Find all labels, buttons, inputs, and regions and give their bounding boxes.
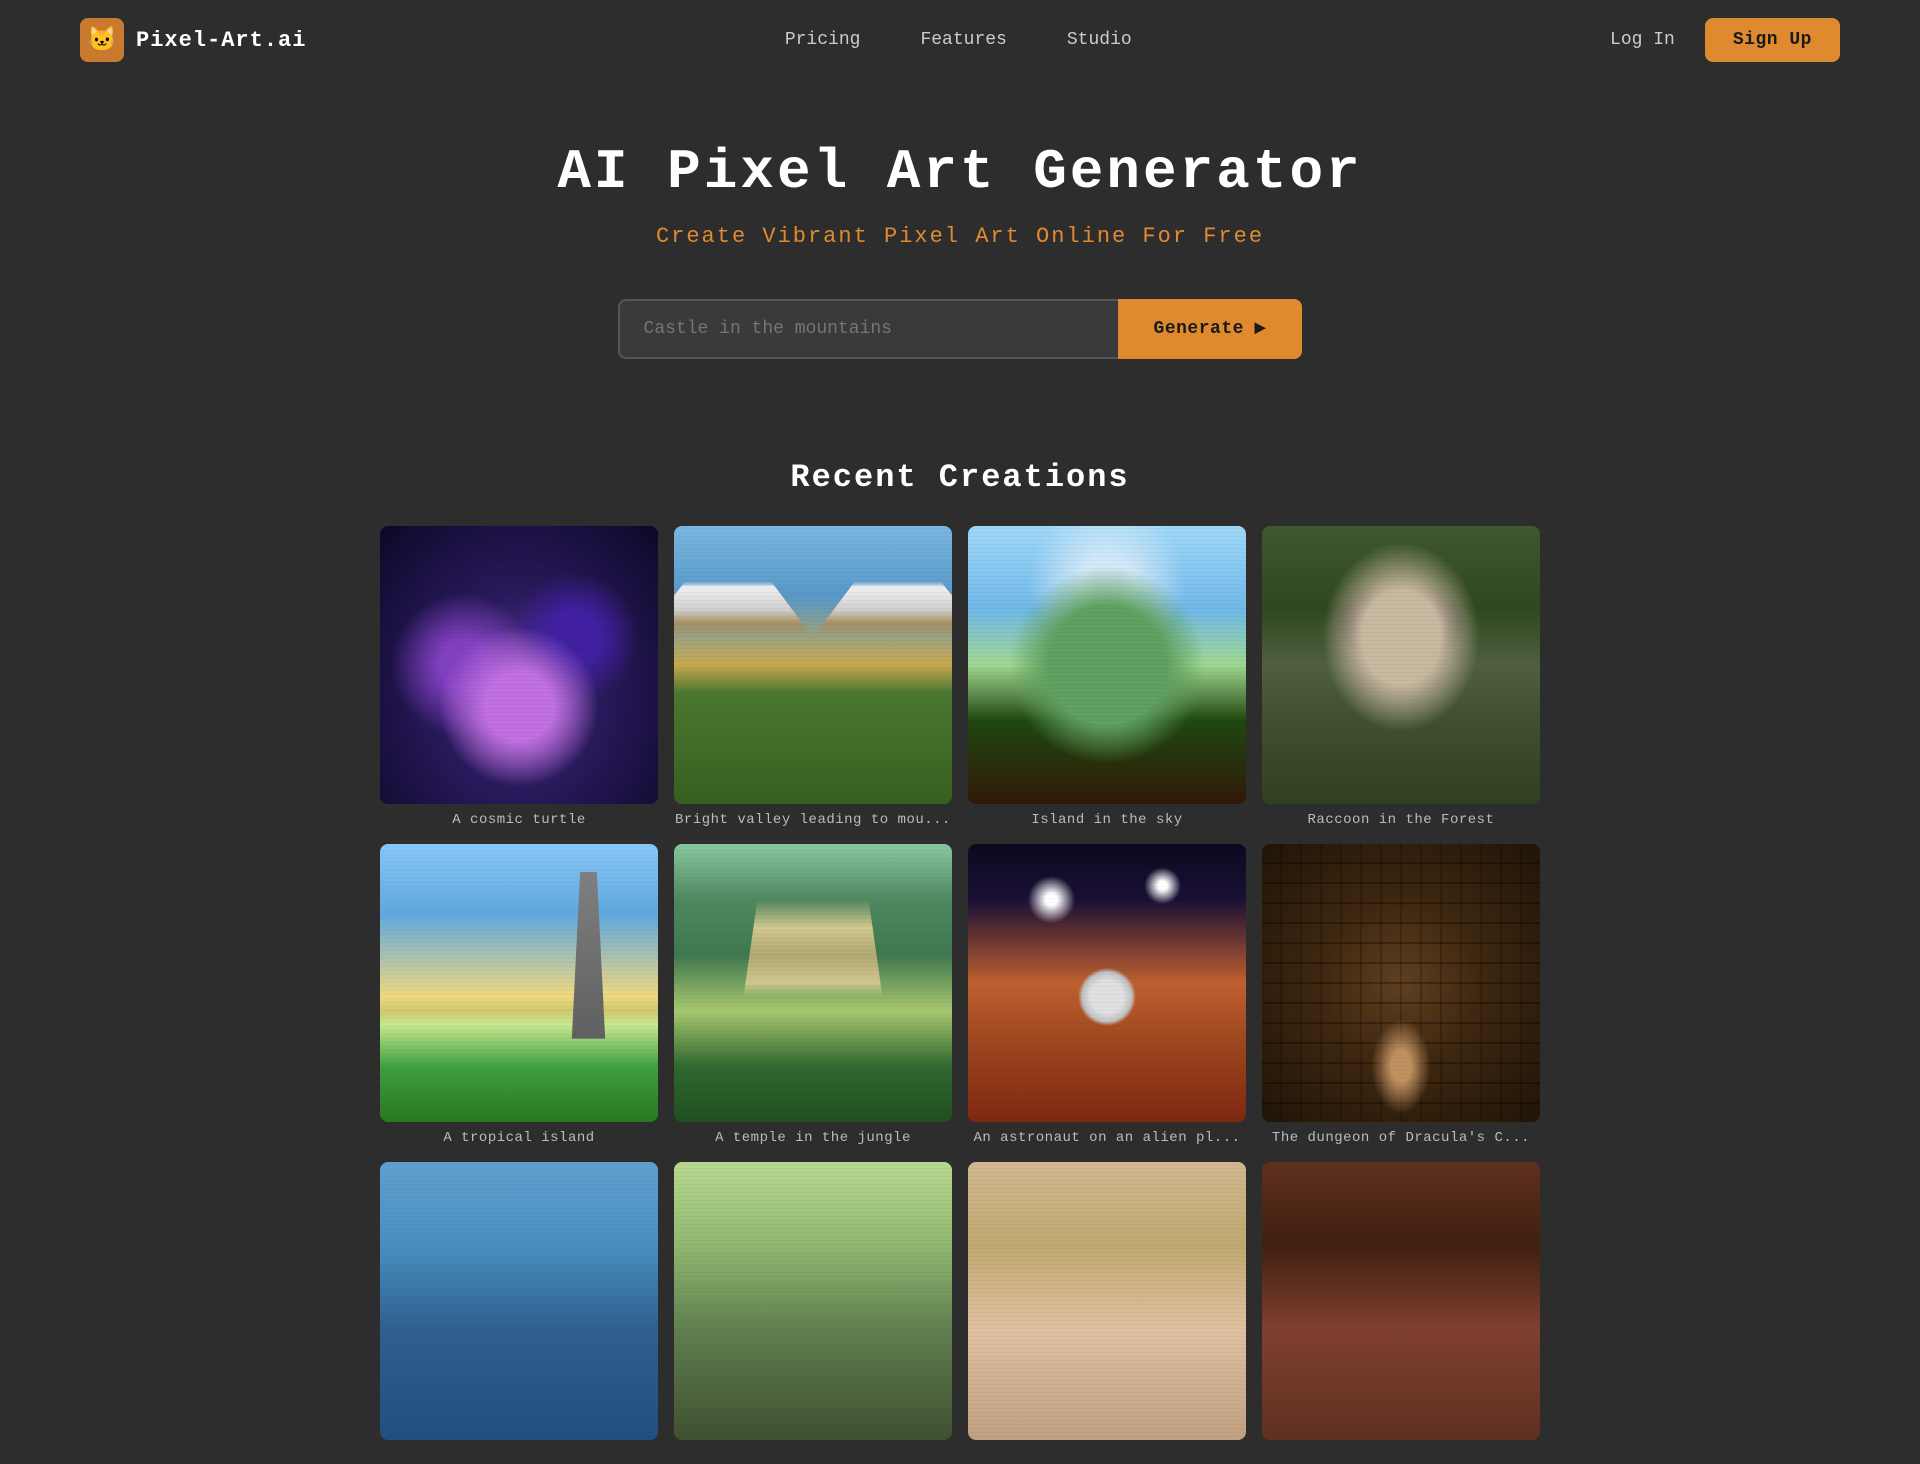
gallery-label-astronaut: An astronaut on an alien pl... xyxy=(968,1130,1246,1146)
gallery-item-dungeon[interactable]: The dungeon of Dracula's C... xyxy=(1262,844,1540,1146)
search-container: Generate ► xyxy=(20,299,1900,359)
gallery-label-raccoon: Raccoon in the Forest xyxy=(1262,812,1540,828)
arrow-icon: ► xyxy=(1254,318,1267,341)
gallery-image-temple xyxy=(674,844,952,1122)
gallery-item-temple[interactable]: A temple in the jungle xyxy=(674,844,952,1146)
gallery-image-partial-1 xyxy=(380,1162,658,1440)
gallery-item-partial-3[interactable] xyxy=(968,1162,1246,1448)
gallery-item-partial-2[interactable] xyxy=(674,1162,952,1448)
gallery-image-partial-2 xyxy=(674,1162,952,1440)
recent-creations-section: Recent Creations A cosmic turtle Bright … xyxy=(0,459,1920,1448)
login-link[interactable]: Log In xyxy=(1610,30,1675,50)
gallery-row-3 xyxy=(380,1162,1540,1448)
gallery-item-island-sky[interactable]: Island in the sky xyxy=(968,526,1246,828)
recent-creations-title: Recent Creations xyxy=(380,459,1540,496)
logo-text: Pixel-Art.ai xyxy=(136,28,306,53)
navbar: 🐱 Pixel-Art.ai Pricing Features Studio L… xyxy=(0,0,1920,80)
gallery-label-island-sky: Island in the sky xyxy=(968,812,1246,828)
gallery-item-partial-1[interactable] xyxy=(380,1162,658,1448)
nav-pricing[interactable]: Pricing xyxy=(785,30,861,50)
gallery-image-cosmic-turtle xyxy=(380,526,658,804)
nav-links: Pricing Features Studio xyxy=(785,30,1132,50)
logo-icon: 🐱 xyxy=(80,18,124,62)
gallery-image-tropical xyxy=(380,844,658,1122)
gallery-label-tropical: A tropical island xyxy=(380,1130,658,1146)
search-input[interactable] xyxy=(618,299,1118,359)
gallery-item-tropical[interactable]: A tropical island xyxy=(380,844,658,1146)
generate-label: Generate xyxy=(1154,319,1244,339)
signup-button[interactable]: Sign Up xyxy=(1705,18,1840,62)
gallery-label-dungeon: The dungeon of Dracula's C... xyxy=(1262,1130,1540,1146)
gallery-item-astronaut[interactable]: An astronaut on an alien pl... xyxy=(968,844,1246,1146)
gallery-image-dungeon xyxy=(1262,844,1540,1122)
gallery-image-astronaut xyxy=(968,844,1246,1122)
hero-section: AI Pixel Art Generator Create Vibrant Pi… xyxy=(0,80,1920,459)
nav-right: Log In Sign Up xyxy=(1610,18,1840,62)
gallery-item-cosmic-turtle[interactable]: A cosmic turtle xyxy=(380,526,658,828)
gallery-item-partial-4[interactable] xyxy=(1262,1162,1540,1448)
gallery-label-temple: A temple in the jungle xyxy=(674,1130,952,1146)
hero-title: AI Pixel Art Generator xyxy=(20,140,1900,204)
gallery-row-2: A tropical island A temple in the jungle… xyxy=(380,844,1540,1146)
gallery-label-cosmic-turtle: A cosmic turtle xyxy=(380,812,658,828)
gallery-image-partial-3 xyxy=(968,1162,1246,1440)
hero-subtitle: Create Vibrant Pixel Art Online For Free xyxy=(20,224,1900,249)
generate-button[interactable]: Generate ► xyxy=(1118,299,1303,359)
gallery-image-island-sky xyxy=(968,526,1246,804)
gallery-item-valley[interactable]: Bright valley leading to mou... xyxy=(674,526,952,828)
nav-features[interactable]: Features xyxy=(920,30,1006,50)
logo[interactable]: 🐱 Pixel-Art.ai xyxy=(80,18,306,62)
gallery-label-valley: Bright valley leading to mou... xyxy=(674,812,952,828)
gallery-image-partial-4 xyxy=(1262,1162,1540,1440)
gallery-image-raccoon xyxy=(1262,526,1540,804)
nav-studio[interactable]: Studio xyxy=(1067,30,1132,50)
gallery-item-raccoon[interactable]: Raccoon in the Forest xyxy=(1262,526,1540,828)
gallery-row-1: A cosmic turtle Bright valley leading to… xyxy=(380,526,1540,828)
gallery-image-valley xyxy=(674,526,952,804)
